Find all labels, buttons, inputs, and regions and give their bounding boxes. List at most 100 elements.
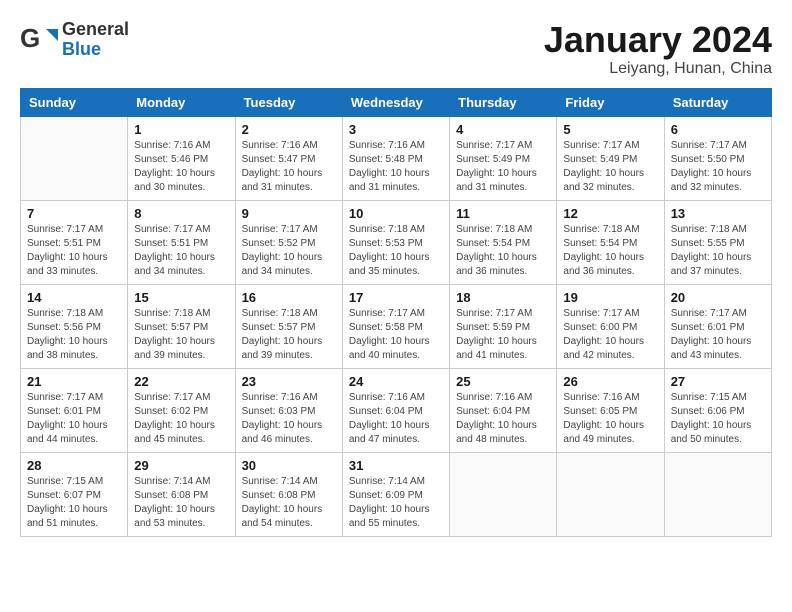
day-info: Sunrise: 7:14 AM Sunset: 6:09 PM Dayligh… xyxy=(349,475,443,531)
calendar-day-cell: 13 Sunrise: 7:18 AM Sunset: 5:55 PM Dayl… xyxy=(664,200,771,284)
day-number: 7 xyxy=(27,206,121,221)
calendar-day-cell: 10 Sunrise: 7:18 AM Sunset: 5:53 PM Dayl… xyxy=(342,200,449,284)
calendar-day-cell: 14 Sunrise: 7:18 AM Sunset: 5:56 PM Dayl… xyxy=(21,284,128,368)
day-number: 2 xyxy=(242,122,336,137)
day-info: Sunrise: 7:16 AM Sunset: 5:48 PM Dayligh… xyxy=(349,139,443,195)
day-number: 22 xyxy=(134,374,228,389)
day-number: 31 xyxy=(349,458,443,473)
calendar-week-row: 21 Sunrise: 7:17 AM Sunset: 6:01 PM Dayl… xyxy=(21,368,772,452)
calendar-day-cell xyxy=(21,116,128,200)
day-number: 19 xyxy=(563,290,657,305)
calendar-day-cell: 6 Sunrise: 7:17 AM Sunset: 5:50 PM Dayli… xyxy=(664,116,771,200)
day-number: 11 xyxy=(456,206,550,221)
calendar-day-cell: 29 Sunrise: 7:14 AM Sunset: 6:08 PM Dayl… xyxy=(128,452,235,536)
calendar-week-row: 1 Sunrise: 7:16 AM Sunset: 5:46 PM Dayli… xyxy=(21,116,772,200)
title-area: January 2024 Leiyang, Hunan, China xyxy=(544,20,772,78)
day-info: Sunrise: 7:18 AM Sunset: 5:56 PM Dayligh… xyxy=(27,307,121,363)
day-info: Sunrise: 7:16 AM Sunset: 5:47 PM Dayligh… xyxy=(242,139,336,195)
calendar-day-cell xyxy=(664,452,771,536)
day-number: 9 xyxy=(242,206,336,221)
day-number: 30 xyxy=(242,458,336,473)
day-info: Sunrise: 7:16 AM Sunset: 6:05 PM Dayligh… xyxy=(563,391,657,447)
day-info: Sunrise: 7:18 AM Sunset: 5:57 PM Dayligh… xyxy=(134,307,228,363)
day-number: 1 xyxy=(134,122,228,137)
calendar-day-cell: 27 Sunrise: 7:15 AM Sunset: 6:06 PM Dayl… xyxy=(664,368,771,452)
day-number: 14 xyxy=(27,290,121,305)
day-info: Sunrise: 7:14 AM Sunset: 6:08 PM Dayligh… xyxy=(242,475,336,531)
month-title: January 2024 xyxy=(544,20,772,60)
day-info: Sunrise: 7:18 AM Sunset: 5:54 PM Dayligh… xyxy=(563,223,657,279)
calendar-week-row: 28 Sunrise: 7:15 AM Sunset: 6:07 PM Dayl… xyxy=(21,452,772,536)
weekday-header-row: SundayMondayTuesdayWednesdayThursdayFrid… xyxy=(21,88,772,116)
logo-general: General xyxy=(62,20,129,40)
day-info: Sunrise: 7:16 AM Sunset: 6:04 PM Dayligh… xyxy=(349,391,443,447)
calendar-day-cell: 9 Sunrise: 7:17 AM Sunset: 5:52 PM Dayli… xyxy=(235,200,342,284)
day-info: Sunrise: 7:17 AM Sunset: 6:01 PM Dayligh… xyxy=(27,391,121,447)
calendar-day-cell: 23 Sunrise: 7:16 AM Sunset: 6:03 PM Dayl… xyxy=(235,368,342,452)
calendar-day-cell: 24 Sunrise: 7:16 AM Sunset: 6:04 PM Dayl… xyxy=(342,368,449,452)
calendar-table: SundayMondayTuesdayWednesdayThursdayFrid… xyxy=(20,88,772,537)
calendar-day-cell xyxy=(557,452,664,536)
calendar-day-cell: 1 Sunrise: 7:16 AM Sunset: 5:46 PM Dayli… xyxy=(128,116,235,200)
weekday-header-saturday: Saturday xyxy=(664,88,771,116)
calendar-day-cell: 26 Sunrise: 7:16 AM Sunset: 6:05 PM Dayl… xyxy=(557,368,664,452)
day-info: Sunrise: 7:17 AM Sunset: 5:52 PM Dayligh… xyxy=(242,223,336,279)
day-number: 29 xyxy=(134,458,228,473)
calendar-day-cell: 20 Sunrise: 7:17 AM Sunset: 6:01 PM Dayl… xyxy=(664,284,771,368)
day-info: Sunrise: 7:17 AM Sunset: 6:02 PM Dayligh… xyxy=(134,391,228,447)
day-number: 16 xyxy=(242,290,336,305)
day-info: Sunrise: 7:18 AM Sunset: 5:53 PM Dayligh… xyxy=(349,223,443,279)
calendar-day-cell: 12 Sunrise: 7:18 AM Sunset: 5:54 PM Dayl… xyxy=(557,200,664,284)
day-info: Sunrise: 7:16 AM Sunset: 6:04 PM Dayligh… xyxy=(456,391,550,447)
day-info: Sunrise: 7:18 AM Sunset: 5:54 PM Dayligh… xyxy=(456,223,550,279)
weekday-header-sunday: Sunday xyxy=(21,88,128,116)
calendar-day-cell: 17 Sunrise: 7:17 AM Sunset: 5:58 PM Dayl… xyxy=(342,284,449,368)
logo-icon: G xyxy=(20,21,58,59)
day-info: Sunrise: 7:14 AM Sunset: 6:08 PM Dayligh… xyxy=(134,475,228,531)
calendar-day-cell: 28 Sunrise: 7:15 AM Sunset: 6:07 PM Dayl… xyxy=(21,452,128,536)
location-title: Leiyang, Hunan, China xyxy=(544,60,772,78)
calendar-day-cell: 8 Sunrise: 7:17 AM Sunset: 5:51 PM Dayli… xyxy=(128,200,235,284)
day-info: Sunrise: 7:16 AM Sunset: 6:03 PM Dayligh… xyxy=(242,391,336,447)
day-number: 12 xyxy=(563,206,657,221)
calendar-day-cell: 5 Sunrise: 7:17 AM Sunset: 5:49 PM Dayli… xyxy=(557,116,664,200)
day-info: Sunrise: 7:18 AM Sunset: 5:57 PM Dayligh… xyxy=(242,307,336,363)
weekday-header-wednesday: Wednesday xyxy=(342,88,449,116)
calendar-day-cell: 2 Sunrise: 7:16 AM Sunset: 5:47 PM Dayli… xyxy=(235,116,342,200)
weekday-header-tuesday: Tuesday xyxy=(235,88,342,116)
day-number: 10 xyxy=(349,206,443,221)
day-info: Sunrise: 7:17 AM Sunset: 5:49 PM Dayligh… xyxy=(456,139,550,195)
day-info: Sunrise: 7:17 AM Sunset: 6:00 PM Dayligh… xyxy=(563,307,657,363)
day-number: 17 xyxy=(349,290,443,305)
logo: G General Blue xyxy=(20,20,129,60)
day-number: 26 xyxy=(563,374,657,389)
calendar-day-cell: 16 Sunrise: 7:18 AM Sunset: 5:57 PM Dayl… xyxy=(235,284,342,368)
logo-blue: Blue xyxy=(62,40,129,60)
calendar-day-cell xyxy=(450,452,557,536)
calendar-week-row: 14 Sunrise: 7:18 AM Sunset: 5:56 PM Dayl… xyxy=(21,284,772,368)
calendar-day-cell: 30 Sunrise: 7:14 AM Sunset: 6:08 PM Dayl… xyxy=(235,452,342,536)
day-info: Sunrise: 7:17 AM Sunset: 5:51 PM Dayligh… xyxy=(27,223,121,279)
weekday-header-monday: Monday xyxy=(128,88,235,116)
calendar-day-cell: 21 Sunrise: 7:17 AM Sunset: 6:01 PM Dayl… xyxy=(21,368,128,452)
day-info: Sunrise: 7:15 AM Sunset: 6:06 PM Dayligh… xyxy=(671,391,765,447)
day-number: 23 xyxy=(242,374,336,389)
calendar-day-cell: 7 Sunrise: 7:17 AM Sunset: 5:51 PM Dayli… xyxy=(21,200,128,284)
day-number: 27 xyxy=(671,374,765,389)
day-info: Sunrise: 7:17 AM Sunset: 5:51 PM Dayligh… xyxy=(134,223,228,279)
day-info: Sunrise: 7:17 AM Sunset: 5:58 PM Dayligh… xyxy=(349,307,443,363)
weekday-header-thursday: Thursday xyxy=(450,88,557,116)
day-number: 13 xyxy=(671,206,765,221)
day-number: 21 xyxy=(27,374,121,389)
day-info: Sunrise: 7:17 AM Sunset: 5:59 PM Dayligh… xyxy=(456,307,550,363)
day-number: 18 xyxy=(456,290,550,305)
header: G General Blue January 2024 Leiyang, Hun… xyxy=(20,20,772,78)
day-info: Sunrise: 7:15 AM Sunset: 6:07 PM Dayligh… xyxy=(27,475,121,531)
calendar-day-cell: 31 Sunrise: 7:14 AM Sunset: 6:09 PM Dayl… xyxy=(342,452,449,536)
day-number: 3 xyxy=(349,122,443,137)
day-number: 15 xyxy=(134,290,228,305)
day-info: Sunrise: 7:17 AM Sunset: 5:49 PM Dayligh… xyxy=(563,139,657,195)
calendar-day-cell: 15 Sunrise: 7:18 AM Sunset: 5:57 PM Dayl… xyxy=(128,284,235,368)
calendar-day-cell: 11 Sunrise: 7:18 AM Sunset: 5:54 PM Dayl… xyxy=(450,200,557,284)
day-info: Sunrise: 7:18 AM Sunset: 5:55 PM Dayligh… xyxy=(671,223,765,279)
